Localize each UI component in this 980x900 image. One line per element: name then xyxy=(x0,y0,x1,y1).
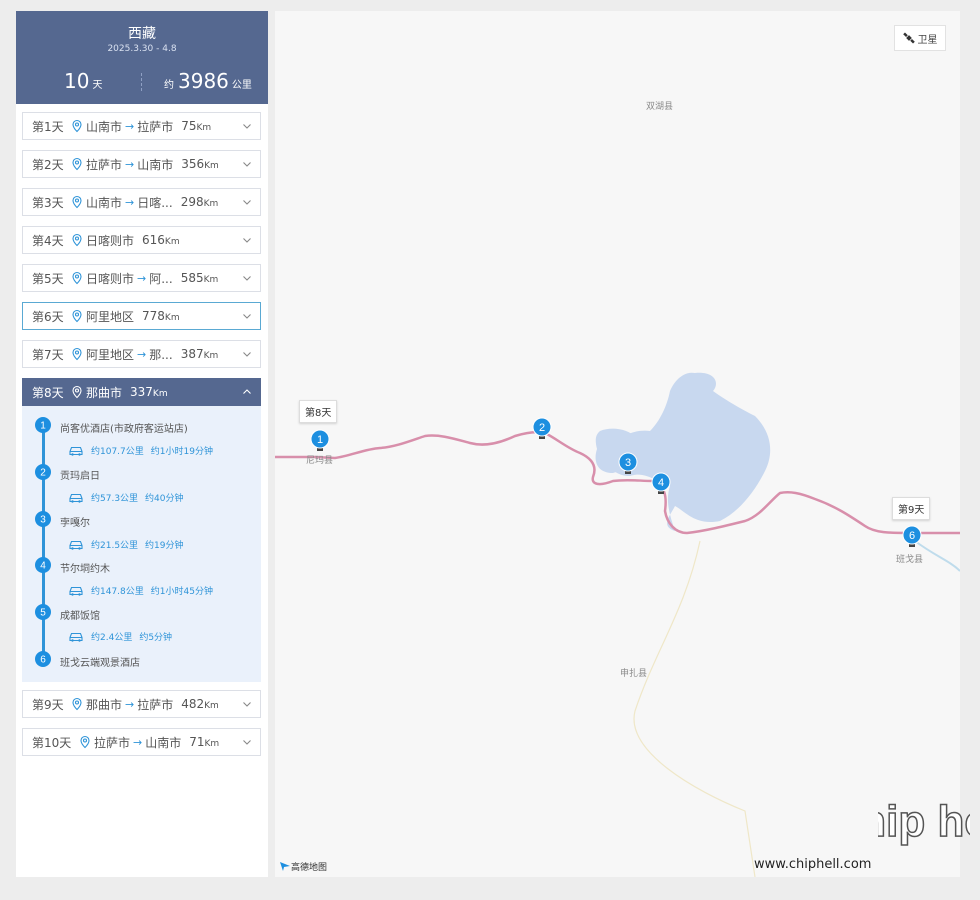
car-icon xyxy=(69,540,83,550)
timeline-line xyxy=(42,426,45,656)
location-pin-icon xyxy=(72,157,82,171)
amap-logo-icon xyxy=(280,862,290,871)
trip-days-stat: 10 天 xyxy=(64,69,103,93)
map-canvas xyxy=(275,372,960,877)
svg-text:2: 2 xyxy=(539,422,545,434)
map-label-shuanghu: 双湖县 xyxy=(646,102,674,112)
svg-text:1: 1 xyxy=(317,434,323,446)
route-arrow-icon: → xyxy=(137,347,147,361)
location-pin-icon xyxy=(80,735,90,749)
stop-marker-4: 4 xyxy=(35,557,51,573)
leg-info: 约21.5公里 约19分钟 xyxy=(68,538,184,551)
trip-sidebar: 西藏 2025.3.30 - 4.8 10 天 约 3986 公里 第1天 山南市 → 拉… xyxy=(16,11,268,877)
leg-info: 约147.8公里 约1小时45分钟 xyxy=(68,584,213,597)
chevron-down-icon xyxy=(243,276,251,281)
car-icon xyxy=(69,586,83,596)
map-marker-6[interactable]: 6 xyxy=(901,525,923,551)
trip-dates: 2025.3.30 - 4.8 xyxy=(107,44,177,54)
day-row-7[interactable]: 第7天 阿里地区 → 那... 387Km xyxy=(22,340,261,368)
trip-title: 西藏 xyxy=(128,26,156,42)
map-label-bange: 班戈县 xyxy=(896,555,924,565)
stop-marker-5: 5 xyxy=(35,604,51,620)
leg-info: 约57.3公里 约40分钟 xyxy=(68,491,184,504)
stop-marker-3: 3 xyxy=(35,511,51,527)
stop-name: 班戈云端观景酒店 xyxy=(60,658,140,669)
stop-name: 孛嘎尔 xyxy=(60,518,90,529)
stop-marker-2: 2 xyxy=(35,464,51,480)
day-row-3[interactable]: 第3天 山南市 → 日喀... 298Km xyxy=(22,188,261,216)
map-marker-4[interactable]: 4 xyxy=(650,472,672,498)
chevron-up-icon xyxy=(243,389,251,394)
route-arrow-icon: → xyxy=(125,119,135,133)
svg-text:1: 1 xyxy=(40,421,46,432)
route-arrow-icon: → xyxy=(125,195,135,209)
route-arrow-icon: → xyxy=(137,271,147,285)
svg-text:6: 6 xyxy=(40,655,46,666)
stop-name: 尚客优酒店(市政府客运站店) xyxy=(60,424,188,435)
location-pin-icon xyxy=(72,271,82,285)
stop-marker-1: 1 xyxy=(35,417,51,433)
svg-text:chip hell: chip hell xyxy=(878,797,970,846)
location-pin-icon xyxy=(72,233,82,247)
svg-text:3: 3 xyxy=(40,515,46,526)
day-end-label: 第9天 xyxy=(892,497,931,520)
car-icon xyxy=(69,493,83,503)
map-road-faint xyxy=(633,540,756,877)
location-pin-icon xyxy=(72,195,82,209)
chevron-down-icon xyxy=(243,238,251,243)
map-marker-1[interactable]: 1 xyxy=(309,429,331,455)
map-marker-3[interactable]: 3 xyxy=(617,452,639,478)
svg-text:4: 4 xyxy=(658,477,664,489)
leg-info: 约2.4公里 约5分钟 xyxy=(68,630,172,643)
leg-info: 约107.7公里 约1小时19分钟 xyxy=(68,444,213,457)
day-row-5[interactable]: 第5天 日喀则市 → 阿... 585Km xyxy=(22,264,261,292)
stop-name: 贡玛启日 xyxy=(60,471,100,482)
chevron-down-icon xyxy=(243,314,251,319)
trip-header: 西藏 2025.3.30 - 4.8 10 天 约 3986 公里 xyxy=(16,11,268,104)
trip-distance-stat: 约 3986 公里 xyxy=(164,69,252,93)
svg-text:2: 2 xyxy=(40,468,46,479)
svg-text:4: 4 xyxy=(40,561,46,572)
amap-logo: 高德地图 xyxy=(279,860,327,873)
chevron-down-icon xyxy=(243,702,251,707)
location-pin-icon xyxy=(72,309,82,323)
day-8-itinerary: 1 尚客优酒店(市政府客运站店) 约107.7公里 约1小时19分钟 2 贡玛启日… xyxy=(22,406,261,682)
satellite-toggle-button[interactable]: 卫星 xyxy=(894,25,946,51)
day-row-8[interactable]: 第8天 那曲市 337Km xyxy=(22,378,261,406)
chevron-down-icon xyxy=(243,124,251,129)
day-start-label: 第8天 xyxy=(299,400,338,423)
stop-marker-6: 6 xyxy=(35,651,51,667)
day-row-10[interactable]: 第10天 拉萨市 → 山南市 71Km xyxy=(22,728,261,756)
stop-name: 成都饭馆 xyxy=(60,611,100,622)
route-arrow-icon: → xyxy=(125,697,135,711)
location-pin-icon xyxy=(72,697,82,711)
chevron-down-icon xyxy=(243,352,251,357)
day-row-9[interactable]: 第9天 那曲市 → 拉萨市 482Km xyxy=(22,690,261,718)
route-arrow-icon: → xyxy=(125,157,135,171)
car-icon xyxy=(69,632,83,642)
route-map[interactable]: 卫星 双湖县 尼玛县 班戈县 申扎县 第8天 第9天 1 2 3 4 6 高德地… xyxy=(275,11,960,877)
location-pin-icon xyxy=(72,385,82,399)
chevron-down-icon xyxy=(243,162,251,167)
car-icon xyxy=(69,446,83,456)
map-marker-2[interactable]: 2 xyxy=(531,417,553,443)
watermark-logo: chip hell xyxy=(834,790,980,890)
day-row-6[interactable]: 第6天 阿里地区 778Km xyxy=(22,302,261,330)
watermark-url: www.chiphell.com xyxy=(754,857,872,872)
location-pin-icon xyxy=(72,119,82,133)
svg-text:6: 6 xyxy=(909,530,915,542)
stat-divider xyxy=(141,73,142,91)
day-row-1[interactable]: 第1天 山南市 → 拉萨市 75Km xyxy=(22,112,261,140)
map-label-shenzha: 申扎县 xyxy=(620,669,648,679)
day-row-4[interactable]: 第4天 日喀则市 616Km xyxy=(22,226,261,254)
svg-text:5: 5 xyxy=(40,608,46,619)
day-row-2[interactable]: 第2天 拉萨市 → 山南市 356Km xyxy=(22,150,261,178)
stop-name: 节尔垌约木 xyxy=(60,564,110,575)
chevron-down-icon xyxy=(243,200,251,205)
svg-text:3: 3 xyxy=(625,457,631,469)
satellite-icon xyxy=(902,32,915,44)
route-arrow-icon: → xyxy=(133,735,143,749)
location-pin-icon xyxy=(72,347,82,361)
chevron-down-icon xyxy=(243,740,251,745)
